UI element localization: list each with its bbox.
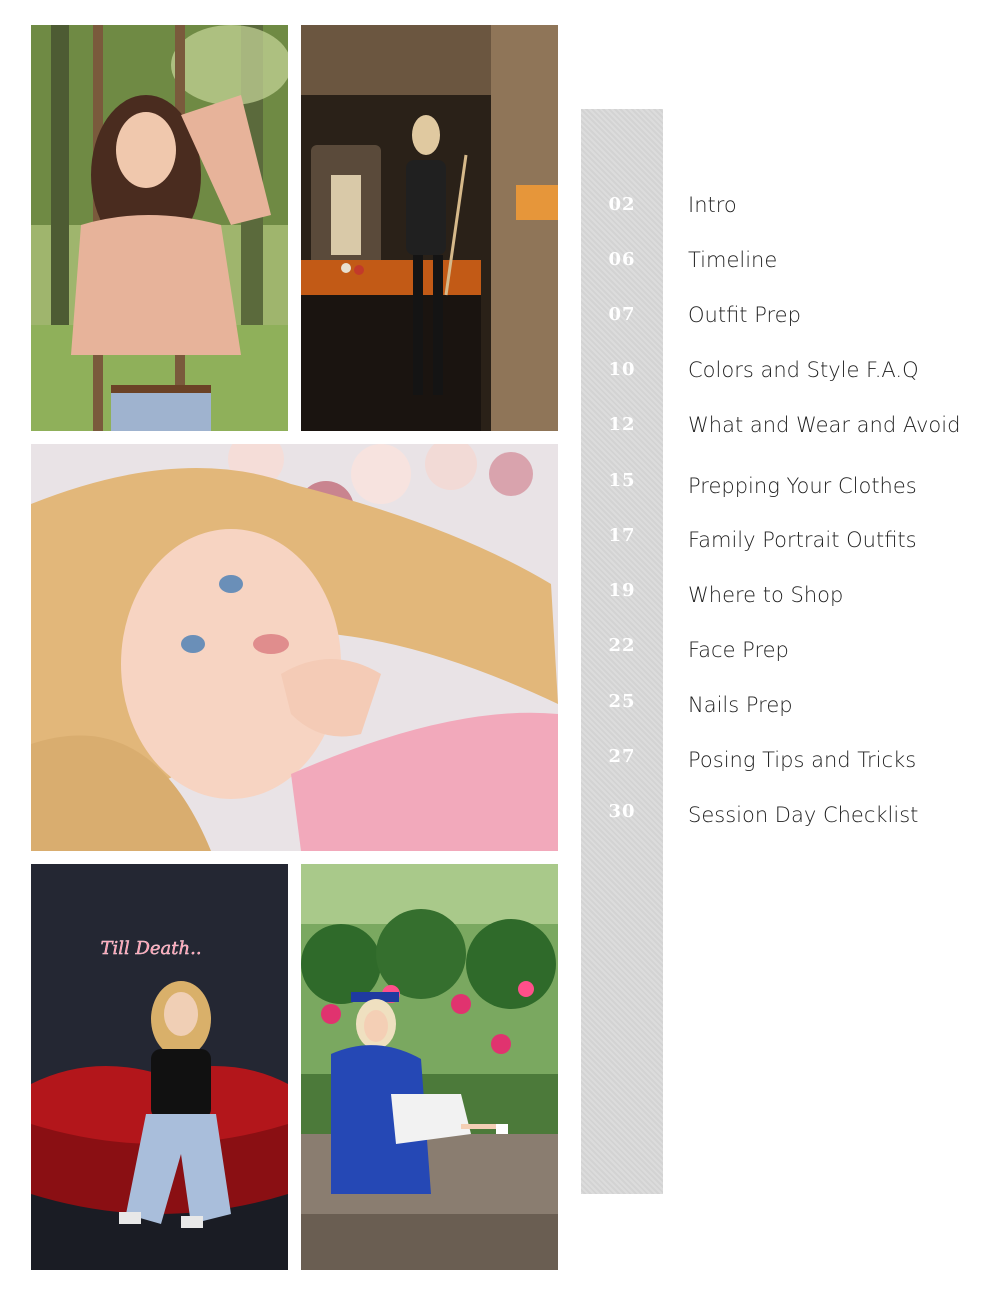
toc-entry-title[interactable]: Outfit Prep <box>688 303 801 327</box>
toc-page-number: 06 <box>608 249 636 270</box>
toc-entry-title[interactable]: Prepping Your Clothes <box>688 474 917 498</box>
toc-entry-title[interactable]: Session Day Checklist <box>688 803 918 827</box>
photo-roses-closeup <box>31 444 558 851</box>
toc-page-number: 17 <box>608 525 636 546</box>
toc-page-number: 02 <box>608 194 636 215</box>
toc-page-number: 19 <box>608 580 636 601</box>
toc-entry-title[interactable]: Timeline <box>688 248 777 272</box>
toc-page-number: 10 <box>608 359 636 380</box>
toc-entry-title[interactable]: Face Prep <box>688 638 789 662</box>
toc-entry-title[interactable]: Where to Shop <box>688 583 843 607</box>
toc-page-number: 30 <box>608 801 636 822</box>
neon-sign-text: Till Death.. <box>100 938 201 959</box>
toc-page-number: 27 <box>608 746 636 767</box>
toc-entry-title[interactable]: Family Portrait Outfits <box>688 528 917 552</box>
photo-graduation-portrait <box>301 864 558 1270</box>
toc-page-number: 15 <box>608 470 636 491</box>
toc-page-number: 22 <box>608 635 636 656</box>
photo-woods-portrait <box>31 25 288 431</box>
photo-pool-table-portrait <box>301 25 558 431</box>
toc-entry-title[interactable]: Nails Prep <box>688 693 793 717</box>
toc-page-number: 07 <box>608 304 636 325</box>
photo-neon-couch-portrait: Till Death.. <box>31 864 288 1270</box>
toc-entry-title[interactable]: Intro <box>688 193 737 217</box>
toc-entry-title[interactable]: Colors and Style F.A.Q <box>688 358 919 382</box>
toc-entry-title[interactable]: Posing Tips and Tricks <box>688 748 916 772</box>
toc-page-number: 25 <box>608 691 636 712</box>
toc-entry-title[interactable]: What and Wear and Avoid <box>688 413 960 437</box>
toc-page-number: 12 <box>608 414 636 435</box>
